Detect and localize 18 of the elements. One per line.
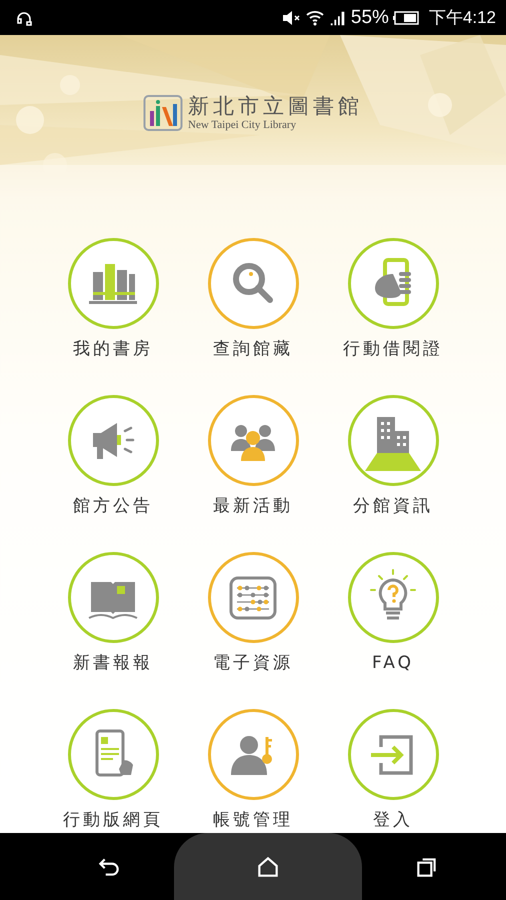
battery-percent: 55% bbox=[350, 6, 389, 28]
menu-tile-label: 查詢館藏 bbox=[213, 338, 293, 360]
menu-tile-label: 新書報報 bbox=[73, 652, 153, 674]
menu-tile-label: FAQ bbox=[372, 652, 414, 674]
library-english-name: New Taipei City Library bbox=[188, 118, 298, 131]
menu-tile-label: 我的書房 bbox=[73, 338, 153, 360]
library-name: 新北市立圖書館 bbox=[188, 94, 363, 119]
menu-tile-label: 分館資訊 bbox=[353, 495, 433, 517]
library-logo-icon bbox=[143, 92, 183, 132]
battery-icon bbox=[392, 10, 419, 24]
menu-tile-label: 行動借閱證 bbox=[343, 338, 443, 360]
menu-tile-label: 登入 bbox=[373, 809, 413, 831]
clock-time: 下午4:12 bbox=[428, 7, 496, 29]
menu-tile-label: 行動版網頁 bbox=[63, 809, 163, 831]
menu-tile-label: 電子資源 bbox=[213, 652, 293, 674]
menu-tile-label: 帳號管理 bbox=[213, 809, 293, 831]
menu-tile-label: 最新活動 bbox=[213, 495, 293, 517]
menu-tile-label: 館方公告 bbox=[73, 495, 153, 517]
